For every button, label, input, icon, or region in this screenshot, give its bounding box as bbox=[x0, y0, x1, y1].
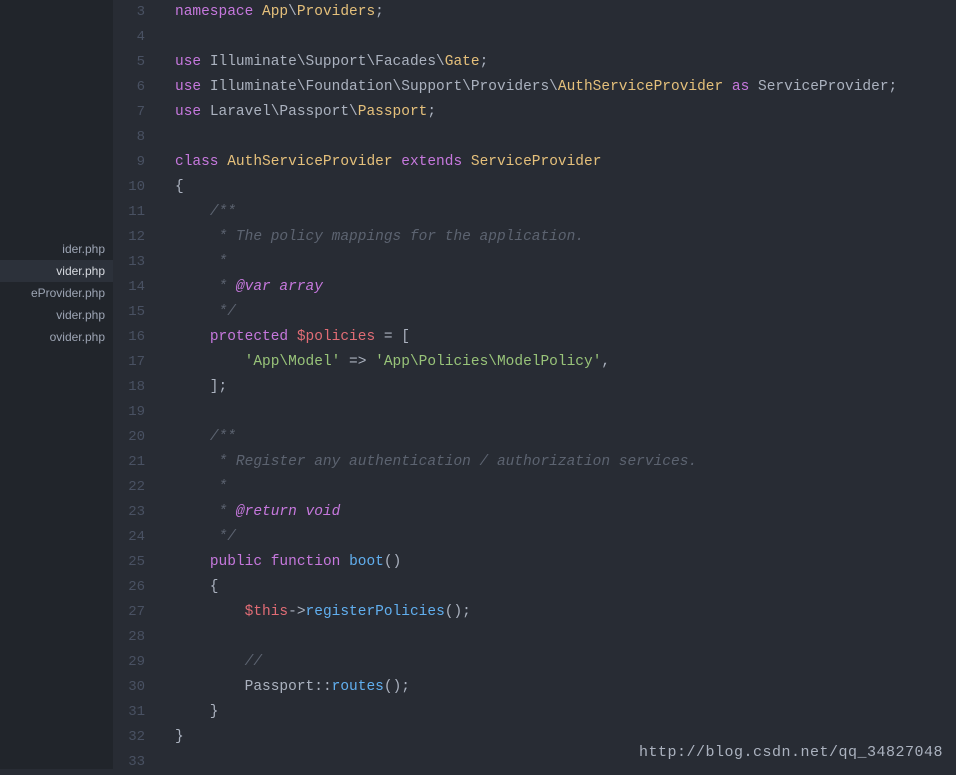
code-line[interactable]: namespace App\Providers; bbox=[175, 0, 956, 25]
line-number: 30 bbox=[113, 675, 160, 700]
line-number: 6 bbox=[113, 75, 160, 100]
line-number: 8 bbox=[113, 125, 160, 150]
line-number: 10 bbox=[113, 175, 160, 200]
code-line[interactable]: */ bbox=[175, 300, 956, 325]
code-line[interactable]: /** bbox=[175, 200, 956, 225]
code-line[interactable]: protected $policies = [ bbox=[175, 325, 956, 350]
line-number: 13 bbox=[113, 250, 160, 275]
line-number: 28 bbox=[113, 625, 160, 650]
code-line[interactable]: use Illuminate\Foundation\Support\Provid… bbox=[175, 75, 956, 100]
line-number: 29 bbox=[113, 650, 160, 675]
sidebar-file-item[interactable]: eProvider.php bbox=[0, 282, 113, 304]
line-number: 33 bbox=[113, 750, 160, 775]
line-number-gutter: 3456789101112131415161718192021222324252… bbox=[113, 0, 160, 769]
line-number: 12 bbox=[113, 225, 160, 250]
code-line[interactable]: public function boot() bbox=[175, 550, 956, 575]
line-number: 24 bbox=[113, 525, 160, 550]
code-editor[interactable]: namespace App\Providers; use Illuminate\S… bbox=[160, 0, 956, 769]
code-line[interactable]: class AuthServiceProvider extends Servic… bbox=[175, 150, 956, 175]
code-line[interactable]: Passport::routes(); bbox=[175, 675, 956, 700]
code-line[interactable]: * @return void bbox=[175, 500, 956, 525]
line-number: 22 bbox=[113, 475, 160, 500]
line-number: 16 bbox=[113, 325, 160, 350]
code-line[interactable]: * @var array bbox=[175, 275, 956, 300]
code-line[interactable] bbox=[175, 125, 956, 150]
line-number: 9 bbox=[113, 150, 160, 175]
line-number: 21 bbox=[113, 450, 160, 475]
line-number: 23 bbox=[113, 500, 160, 525]
line-number: 4 bbox=[113, 25, 160, 50]
line-number: 15 bbox=[113, 300, 160, 325]
line-number: 31 bbox=[113, 700, 160, 725]
code-line[interactable]: * bbox=[175, 250, 956, 275]
line-number: 7 bbox=[113, 100, 160, 125]
code-line[interactable]: // bbox=[175, 650, 956, 675]
code-line[interactable]: { bbox=[175, 175, 956, 200]
line-number: 20 bbox=[113, 425, 160, 450]
code-line[interactable]: $this->registerPolicies(); bbox=[175, 600, 956, 625]
line-number: 32 bbox=[113, 725, 160, 750]
line-number: 5 bbox=[113, 50, 160, 75]
line-number: 26 bbox=[113, 575, 160, 600]
code-line[interactable] bbox=[175, 400, 956, 425]
line-number: 3 bbox=[113, 0, 160, 25]
line-number: 25 bbox=[113, 550, 160, 575]
line-number: 27 bbox=[113, 600, 160, 625]
code-line[interactable]: * bbox=[175, 475, 956, 500]
code-line[interactable]: use Illuminate\Support\Facades\Gate; bbox=[175, 50, 956, 75]
code-line[interactable]: use Laravel\Passport\Passport; bbox=[175, 100, 956, 125]
code-line[interactable]: { bbox=[175, 575, 956, 600]
line-number: 17 bbox=[113, 350, 160, 375]
code-line[interactable] bbox=[175, 25, 956, 50]
sidebar-file-item[interactable]: vider.php bbox=[0, 304, 113, 326]
code-line[interactable]: * The policy mappings for the applicatio… bbox=[175, 225, 956, 250]
file-sidebar: ider.phpvider.phpeProvider.phpvider.phpo… bbox=[0, 0, 113, 769]
code-line[interactable]: 'App\Model' => 'App\Policies\ModelPolicy… bbox=[175, 350, 956, 375]
line-number: 18 bbox=[113, 375, 160, 400]
code-line[interactable] bbox=[175, 625, 956, 650]
code-line[interactable]: /** bbox=[175, 425, 956, 450]
code-line[interactable]: * Register any authentication / authoriz… bbox=[175, 450, 956, 475]
code-line[interactable]: ]; bbox=[175, 375, 956, 400]
line-number: 11 bbox=[113, 200, 160, 225]
sidebar-file-item[interactable]: ider.php bbox=[0, 238, 113, 260]
sidebar-file-item[interactable]: vider.php bbox=[0, 260, 113, 282]
code-line[interactable]: } bbox=[175, 700, 956, 725]
watermark-text: http://blog.csdn.net/qq_34827048 bbox=[639, 744, 943, 761]
code-line[interactable]: */ bbox=[175, 525, 956, 550]
line-number: 19 bbox=[113, 400, 160, 425]
sidebar-file-item[interactable]: ovider.php bbox=[0, 326, 113, 348]
line-number: 14 bbox=[113, 275, 160, 300]
